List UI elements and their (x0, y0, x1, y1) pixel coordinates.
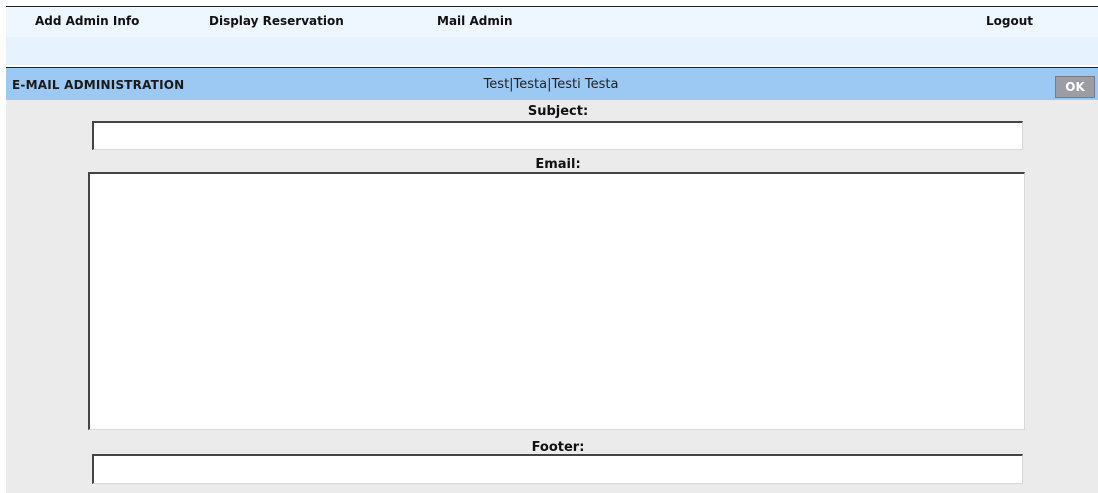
nav-mail-admin[interactable]: Mail Admin (437, 14, 512, 28)
nav-logout[interactable]: Logout (986, 14, 1033, 28)
footer-input[interactable] (92, 454, 1023, 484)
nav-add-admin-info[interactable]: Add Admin Info (35, 14, 139, 28)
footer-label: Footer: (531, 440, 585, 455)
header-user-info: Test|Testa|Testi Testa (483, 77, 619, 92)
email-label: Email: (535, 157, 581, 172)
spacer-band (6, 37, 1098, 65)
nav-display-reservation[interactable]: Display Reservation (209, 14, 344, 28)
subject-label: Subject: (527, 104, 589, 119)
email-textarea[interactable] (88, 172, 1025, 430)
mail-form: Subject: Email: Footer: (6, 100, 1098, 493)
subject-input[interactable] (92, 121, 1023, 150)
top-nav: Add Admin Info Display Reservation Mail … (6, 6, 1098, 37)
page-header: E-MAIL ADMINISTRATION Test|Testa|Testi T… (6, 67, 1098, 100)
ok-button[interactable]: OK (1055, 76, 1095, 98)
